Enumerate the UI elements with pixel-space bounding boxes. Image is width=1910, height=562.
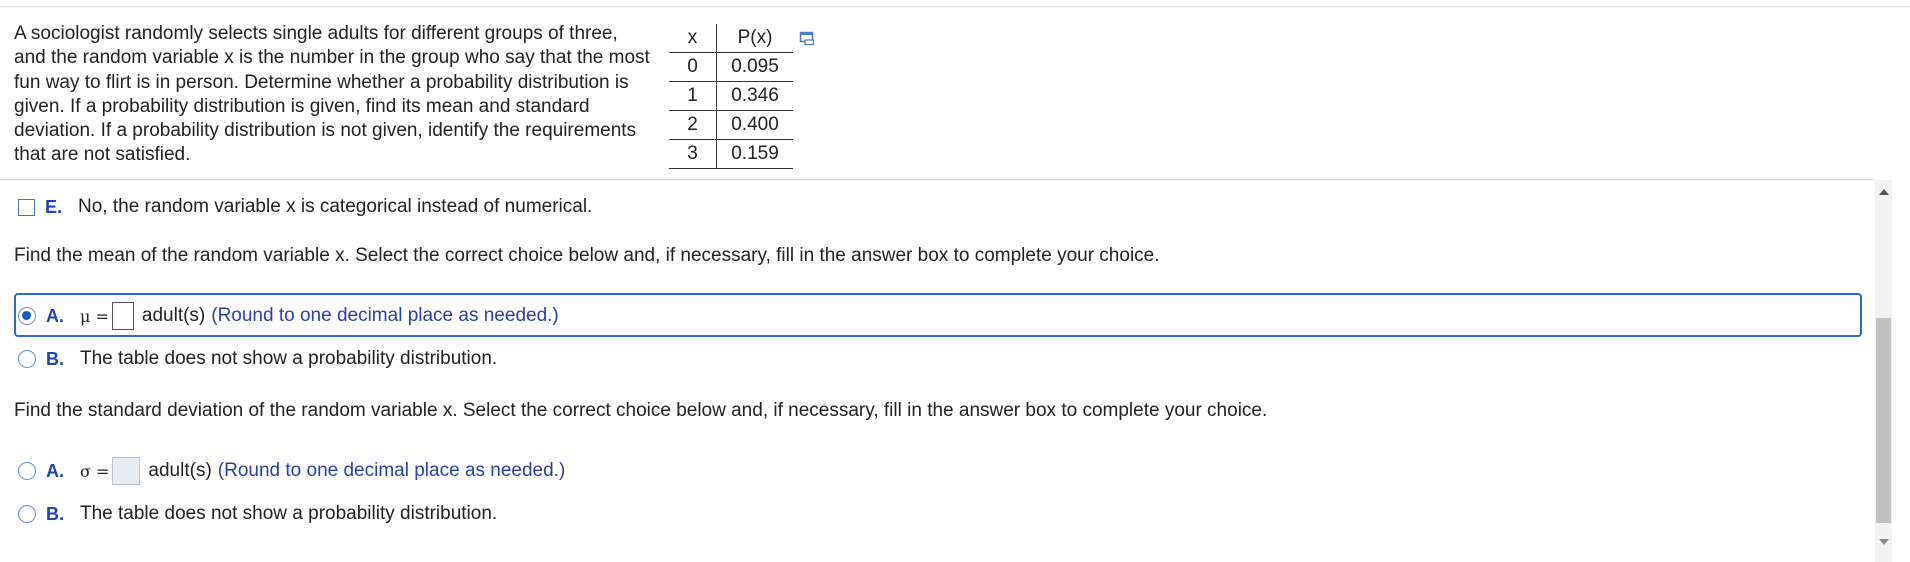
sd-prompt: Find the standard deviation of the rando…	[14, 400, 1268, 421]
sd-answer-input[interactable]	[112, 457, 141, 485]
option-e-text: No, the random variable x is categorical…	[78, 196, 593, 217]
table-row: 1 0.346	[669, 81, 793, 111]
option-e-row[interactable]: E. No, the random variable x is categori…	[18, 196, 592, 218]
scroll-down-arrow-icon[interactable]	[1879, 539, 1889, 545]
sd-option-b-radio[interactable]	[18, 505, 36, 523]
homework-page: A sociologist randomly selects single ad…	[0, 0, 1910, 562]
option-e-letter: E.	[45, 196, 63, 217]
scrollbar-thumb[interactable]	[1876, 318, 1891, 523]
table-cell-x: 3	[669, 139, 717, 169]
mu-symbol: μ =	[80, 306, 109, 326]
table-row: 0 0.095	[669, 52, 793, 82]
sd-hint: (Round to one decimal place as needed.)	[217, 460, 566, 481]
table-header-row: x P(x)	[669, 24, 793, 53]
mean-prompt: Find the mean of the random variable x. …	[14, 245, 1160, 266]
table-cell-x: 1	[669, 81, 717, 111]
table-cell-x: 0	[669, 52, 717, 82]
sd-unit: adult(s)	[148, 460, 212, 481]
sd-option-b-row[interactable]: B. The table does not show a probability…	[18, 503, 497, 525]
table-cell-x: 2	[669, 110, 717, 140]
mean-option-b-letter: B.	[46, 348, 64, 369]
sd-option-a-radio[interactable]	[18, 462, 36, 480]
mean-option-b-text: The table does not show a probability di…	[80, 348, 498, 369]
mean-unit: adult(s)	[141, 305, 206, 326]
table-row: 2 0.400	[669, 110, 793, 140]
probability-table: x P(x) 0 0.095 1 0.346 2 0.400 3 0.159	[669, 24, 793, 169]
table-header-x: x	[669, 24, 717, 53]
table-cell-px: 0.400	[716, 110, 793, 140]
table-cell-px: 0.095	[716, 52, 793, 82]
table-header-px: P(x)	[716, 24, 793, 53]
mean-option-a-radio[interactable]	[18, 307, 36, 325]
table-row: 3 0.159	[669, 139, 793, 169]
option-e-checkbox[interactable]	[18, 198, 35, 216]
sd-option-a-row[interactable]: A. σ = adult(s) (Round to one decimal pl…	[18, 457, 565, 485]
mean-option-b-radio[interactable]	[18, 350, 36, 368]
top-divider	[0, 6, 1910, 7]
sd-option-b-letter: B.	[46, 503, 64, 524]
mean-option-a-row[interactable]: A. μ = adult(s) (Round to one decimal pl…	[18, 302, 559, 330]
mean-hint: (Round to one decimal place as needed.)	[211, 305, 559, 326]
mean-option-b-row[interactable]: B. The table does not show a probability…	[18, 348, 497, 370]
sigma-symbol: σ =	[80, 461, 110, 481]
table-cell-px: 0.159	[716, 139, 793, 169]
mean-option-a-letter: A.	[46, 305, 64, 326]
sd-option-b-text: The table does not show a probability di…	[80, 503, 498, 524]
scroll-up-arrow-icon[interactable]	[1879, 189, 1889, 195]
sd-option-a-letter: A.	[46, 460, 64, 481]
question-text: A sociologist randomly selects single ad…	[14, 23, 650, 166]
expand-table-icon[interactable]	[799, 31, 815, 46]
section-divider	[0, 179, 1875, 180]
table-cell-px: 0.346	[716, 81, 793, 111]
mean-answer-input[interactable]	[111, 302, 134, 330]
